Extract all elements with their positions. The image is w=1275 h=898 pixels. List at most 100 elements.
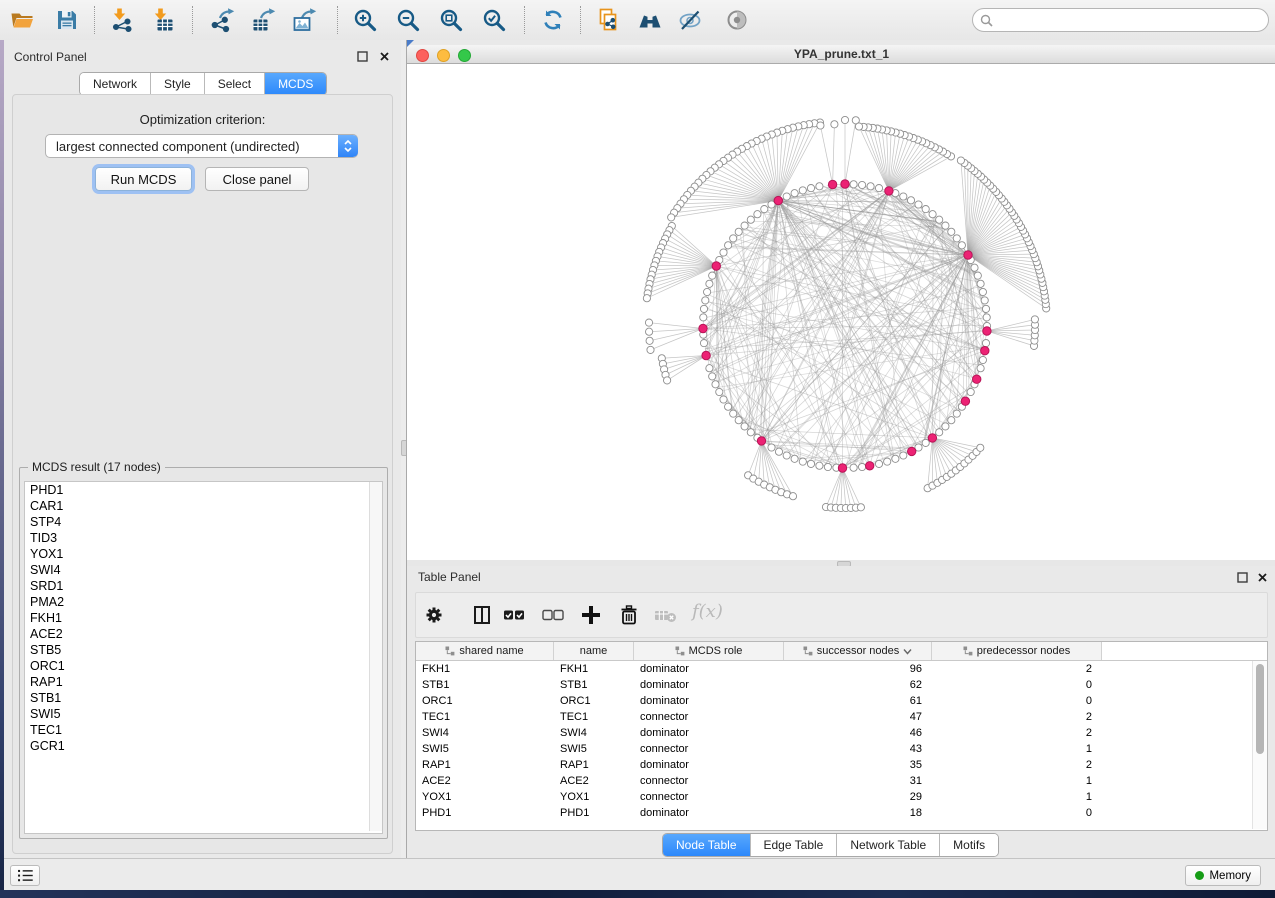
scrollbar-thumb[interactable] <box>1256 664 1264 754</box>
graph-node[interactable] <box>668 214 675 221</box>
graph-node[interactable] <box>942 423 949 430</box>
graph-node[interactable] <box>1031 316 1038 323</box>
graph-node[interactable] <box>712 381 719 388</box>
mcds-result-item[interactable]: GCR1 <box>25 738 382 754</box>
delete-column-icon[interactable] <box>616 602 642 628</box>
graph-node-selected[interactable] <box>885 187 893 195</box>
graph-node[interactable] <box>892 455 899 462</box>
graph-node-selected[interactable] <box>702 351 710 359</box>
zoom-in-icon[interactable] <box>352 7 378 33</box>
column-header-predecessor-nodes[interactable]: predecessor nodes <box>932 642 1102 660</box>
show-details-icon[interactable] <box>724 7 750 33</box>
mcds-result-item[interactable]: YOX1 <box>25 546 382 562</box>
graph-node-selected[interactable] <box>712 262 720 270</box>
criterion-select[interactable]: largest connected component (undirected) <box>45 134 358 158</box>
graph-node-selected[interactable] <box>961 397 969 405</box>
graph-node[interactable] <box>857 504 864 511</box>
mcds-result-item[interactable]: TID3 <box>25 530 382 546</box>
zoom-out-icon[interactable] <box>395 7 421 33</box>
graph-node[interactable] <box>664 377 671 384</box>
graph-node[interactable] <box>700 305 707 312</box>
function-builder-icon[interactable]: f(x) <box>692 601 723 622</box>
table-row[interactable]: STB1STB1dominator620 <box>416 677 1267 693</box>
column-header-name[interactable]: name <box>554 642 634 660</box>
graph-node[interactable] <box>799 187 806 194</box>
network-canvas[interactable] <box>407 64 1275 561</box>
graph-node-selected[interactable] <box>981 347 989 355</box>
graph-node[interactable] <box>789 493 796 500</box>
graph-node[interactable] <box>900 452 907 459</box>
table-row[interactable]: PHD1PHD1dominator180 <box>416 805 1267 821</box>
table-row[interactable]: TEC1TEC1connector472 <box>416 709 1267 725</box>
table-row[interactable]: FKH1FKH1dominator962 <box>416 661 1267 677</box>
tab-network[interactable]: Network <box>80 73 150 95</box>
graph-node-selected[interactable] <box>757 437 765 445</box>
mcds-result-list[interactable]: PHD1CAR1STP4TID3YOX1SWI4SRD1PMA2FKH1ACE2… <box>24 481 383 834</box>
graph-node[interactable] <box>859 463 866 470</box>
graph-node[interactable] <box>953 235 960 242</box>
graph-node[interactable] <box>768 444 775 451</box>
graph-node[interactable] <box>929 211 936 218</box>
graph-node[interactable] <box>922 439 929 446</box>
table-row[interactable]: RAP1RAP1dominator352 <box>416 757 1267 773</box>
graph-node[interactable] <box>799 458 806 465</box>
graph-node[interactable] <box>977 280 984 287</box>
graph-node[interactable] <box>948 417 955 424</box>
graph-node[interactable] <box>735 228 742 235</box>
graph-node[interactable] <box>977 365 984 372</box>
graph-node[interactable] <box>730 410 737 417</box>
mcds-result-item[interactable]: SWI5 <box>25 706 382 722</box>
mcds-result-item[interactable]: STB1 <box>25 690 382 706</box>
table-scrollbar[interactable] <box>1252 661 1267 829</box>
mcds-result-item[interactable]: ORC1 <box>25 658 382 674</box>
mcds-result-item[interactable]: CAR1 <box>25 498 382 514</box>
graph-node[interactable] <box>981 297 988 304</box>
graph-node[interactable] <box>831 121 838 128</box>
graph-node[interactable] <box>747 429 754 436</box>
graph-node[interactable] <box>716 388 723 395</box>
tab-select[interactable]: Select <box>204 73 264 95</box>
table-row[interactable]: ACE2ACE2connector311 <box>416 773 1267 789</box>
graph-node[interactable] <box>936 429 943 436</box>
graph-node[interactable] <box>942 222 949 229</box>
column-layout-icon[interactable] <box>469 602 495 628</box>
graph-node[interactable] <box>982 340 989 347</box>
table-row[interactable]: SWI5SWI5connector431 <box>416 741 1267 757</box>
table-row[interactable]: ORC1ORC1dominator610 <box>416 693 1267 709</box>
graph-node[interactable] <box>948 228 955 235</box>
mcds-result-item[interactable]: STP4 <box>25 514 382 530</box>
graph-node-selected[interactable] <box>841 180 849 188</box>
mcds-result-item[interactable]: SRD1 <box>25 578 382 594</box>
float-panel-icon[interactable] <box>356 49 371 64</box>
graph-node[interactable] <box>953 410 960 417</box>
graph-node-selected[interactable] <box>699 324 707 332</box>
zoom-fit-icon[interactable] <box>438 7 464 33</box>
graph-node-selected[interactable] <box>964 251 972 259</box>
graph-node[interactable] <box>704 288 711 295</box>
network-window-titlebar[interactable]: YPA_prune.txt_1 <box>407 45 1275 64</box>
graph-node[interactable] <box>967 388 974 395</box>
add-column-icon[interactable] <box>578 602 604 628</box>
graph-node[interactable] <box>775 448 782 455</box>
graph-node[interactable] <box>725 242 732 249</box>
graph-node[interactable] <box>807 460 814 467</box>
graph-node[interactable] <box>816 462 823 469</box>
column-header-successor-nodes[interactable]: successor nodes <box>784 642 932 660</box>
table-tab-network-table[interactable]: Network Table <box>836 834 939 856</box>
column-header-MCDS-role[interactable]: MCDS role <box>634 642 784 660</box>
save-session-icon[interactable] <box>54 7 80 33</box>
clone-network-icon[interactable] <box>595 7 621 33</box>
graph-node[interactable] <box>807 185 814 192</box>
mcds-result-item[interactable]: PHD1 <box>25 482 382 498</box>
graph-node[interactable] <box>816 183 823 190</box>
apply-layout-icon[interactable] <box>540 7 566 33</box>
float-panel-icon[interactable] <box>1236 570 1251 585</box>
memory-button[interactable]: Memory <box>1185 865 1261 886</box>
import-network-icon[interactable] <box>109 7 135 33</box>
graph-node[interactable] <box>706 280 713 287</box>
graph-node[interactable] <box>957 157 964 164</box>
graph-node[interactable] <box>725 403 732 410</box>
table-tab-edge-table[interactable]: Edge Table <box>750 834 837 856</box>
graph-node[interactable] <box>979 288 986 295</box>
graph-node[interactable] <box>983 314 990 321</box>
